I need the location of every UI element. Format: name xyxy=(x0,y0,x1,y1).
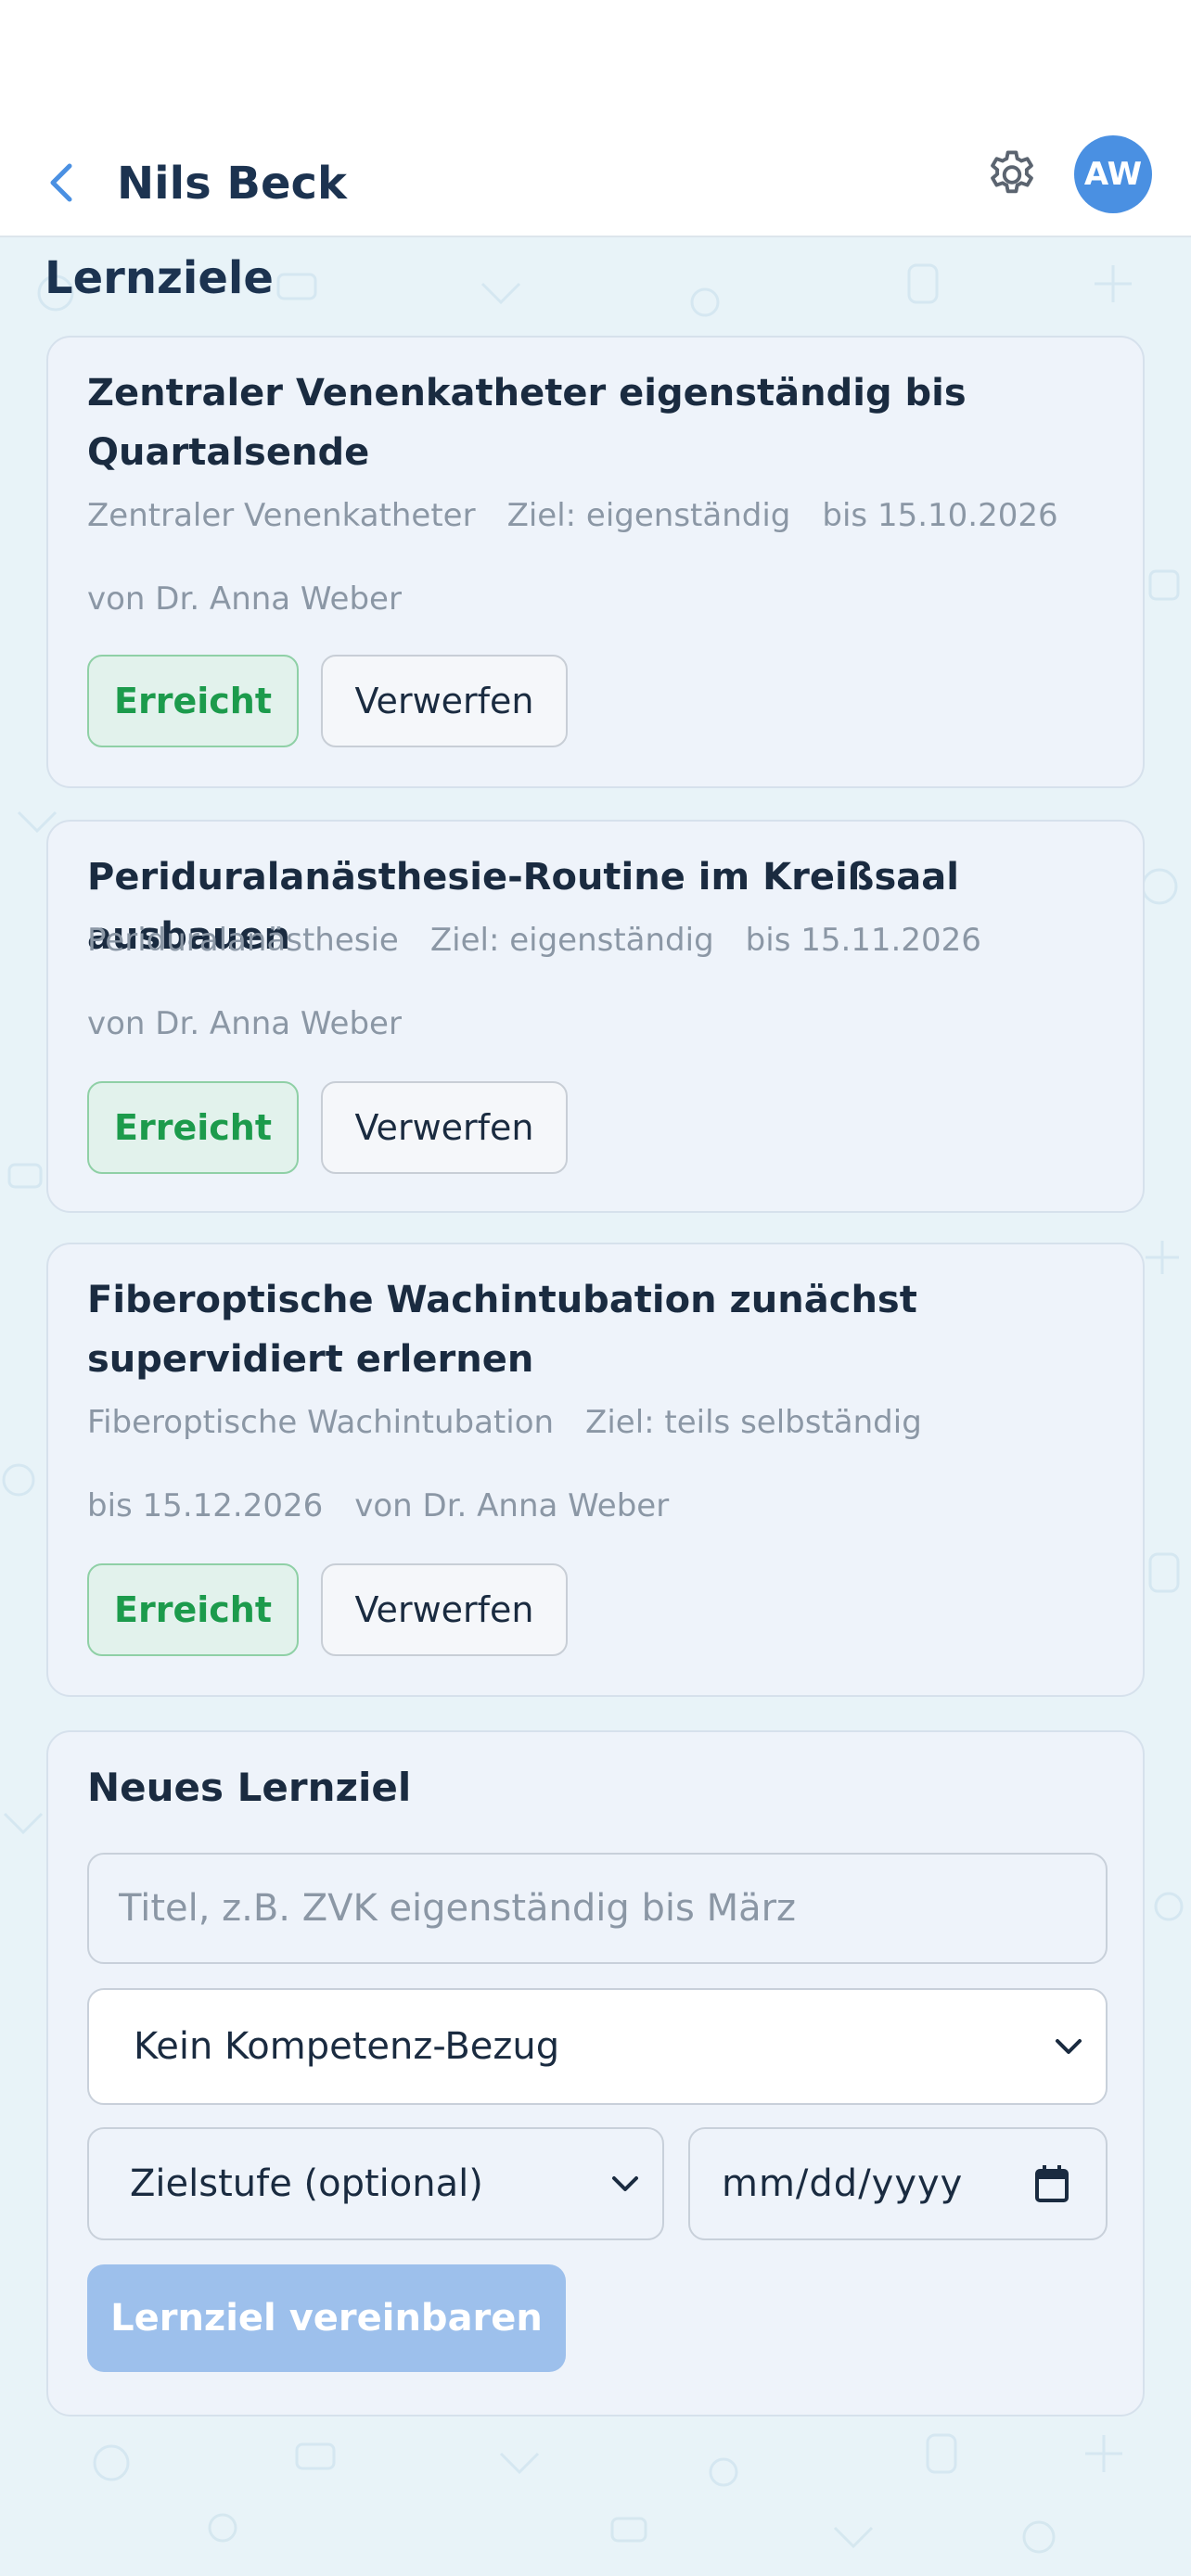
goal-due: bis 15.10.2026 xyxy=(822,497,1058,534)
gear-icon xyxy=(991,150,1033,194)
avatar[interactable]: AW xyxy=(1074,135,1152,213)
page-title: Nils Beck xyxy=(117,158,347,210)
submit-goal-button[interactable]: Lernziel vereinbaren xyxy=(87,2264,566,2372)
level-select[interactable]: Zielstufe (optional) xyxy=(87,2127,664,2240)
goal-card: Fiberoptische Wachintubation zunächst su… xyxy=(46,1243,1145,1697)
goal-due: bis 15.11.2026 xyxy=(745,922,981,959)
app-screen: Nils Beck AW Lernziele Zentraler Venenka… xyxy=(0,0,1191,2576)
back-button[interactable] xyxy=(41,152,82,213)
reached-button[interactable]: Erreicht xyxy=(87,655,299,747)
date-placeholder: mm/dd/yyyy xyxy=(722,2162,964,2205)
section-title: Lernziele xyxy=(45,252,274,304)
settings-button[interactable] xyxy=(981,145,1043,206)
chevron-down-icon xyxy=(612,2176,638,2191)
goal-meta: Zentraler Venenkatheter Ziel: eigenständi… xyxy=(87,495,1090,536)
goal-target: Ziel: teils selbständig xyxy=(585,1404,922,1441)
reached-button[interactable]: Erreicht xyxy=(87,1563,299,1656)
goal-author: von Dr. Anna Weber xyxy=(87,580,402,618)
competency-select-value: Kein Kompetenz-Bezug xyxy=(134,2025,560,2068)
competency-select[interactable]: Kein Kompetenz-Bezug xyxy=(87,1988,1108,2105)
goal-card: Periduralanästhesie-Routine im Kreißsaal… xyxy=(46,820,1145,1213)
new-goal-form: Neues Lernziel Kein Kompetenz-Bezug Ziel… xyxy=(46,1730,1145,2417)
goal-author: von Dr. Anna Weber xyxy=(87,1005,402,1042)
app-header: Nils Beck AW xyxy=(0,130,1191,237)
chevron-down-icon xyxy=(1056,2039,1082,2054)
chevron-left-icon xyxy=(50,163,72,202)
goal-competency: Zentraler Venenkatheter xyxy=(87,497,476,534)
goal-meta-row-2: bis 15.12.2026 von Dr. Anna Weber xyxy=(87,1486,700,1526)
level-select-value: Zielstufe (optional) xyxy=(130,2162,483,2205)
status-bar xyxy=(0,0,1191,130)
goal-title: Fiberoptische Wachintubation zunächst su… xyxy=(87,1279,917,1381)
goal-title-input[interactable] xyxy=(87,1853,1108,1964)
discard-button[interactable]: Verwerfen xyxy=(321,1563,568,1656)
goal-title: Zentraler Venenkatheter eigenständig bis… xyxy=(87,372,967,474)
goal-meta: Fiberoptische Wachintubation Ziel: teils … xyxy=(87,1402,954,1443)
goal-author: von Dr. Anna Weber xyxy=(354,1487,670,1524)
reached-button[interactable]: Erreicht xyxy=(87,1081,299,1174)
goal-competency: Periduralanästhesie xyxy=(87,922,399,959)
discard-button[interactable]: Verwerfen xyxy=(321,1081,568,1174)
calendar-icon[interactable] xyxy=(1033,2163,1070,2204)
discard-button[interactable]: Verwerfen xyxy=(321,655,568,747)
form-title: Neues Lernziel xyxy=(87,1765,412,1810)
goal-meta: Periduralanästhesie Ziel: eigenständig bis… xyxy=(87,920,1013,961)
goal-due: bis 15.12.2026 xyxy=(87,1487,324,1524)
goal-target: Ziel: eigenständig xyxy=(429,922,714,959)
due-date-input[interactable]: mm/dd/yyyy xyxy=(688,2127,1108,2240)
goal-competency: Fiberoptische Wachintubation xyxy=(87,1404,555,1441)
goal-target: Ziel: eigenständig xyxy=(506,497,791,534)
goal-author-row: von Dr. Anna Weber xyxy=(87,1003,433,1044)
goal-author-row: von Dr. Anna Weber xyxy=(87,579,433,619)
goal-card: Zentraler Venenkatheter eigenständig bis… xyxy=(46,336,1145,788)
